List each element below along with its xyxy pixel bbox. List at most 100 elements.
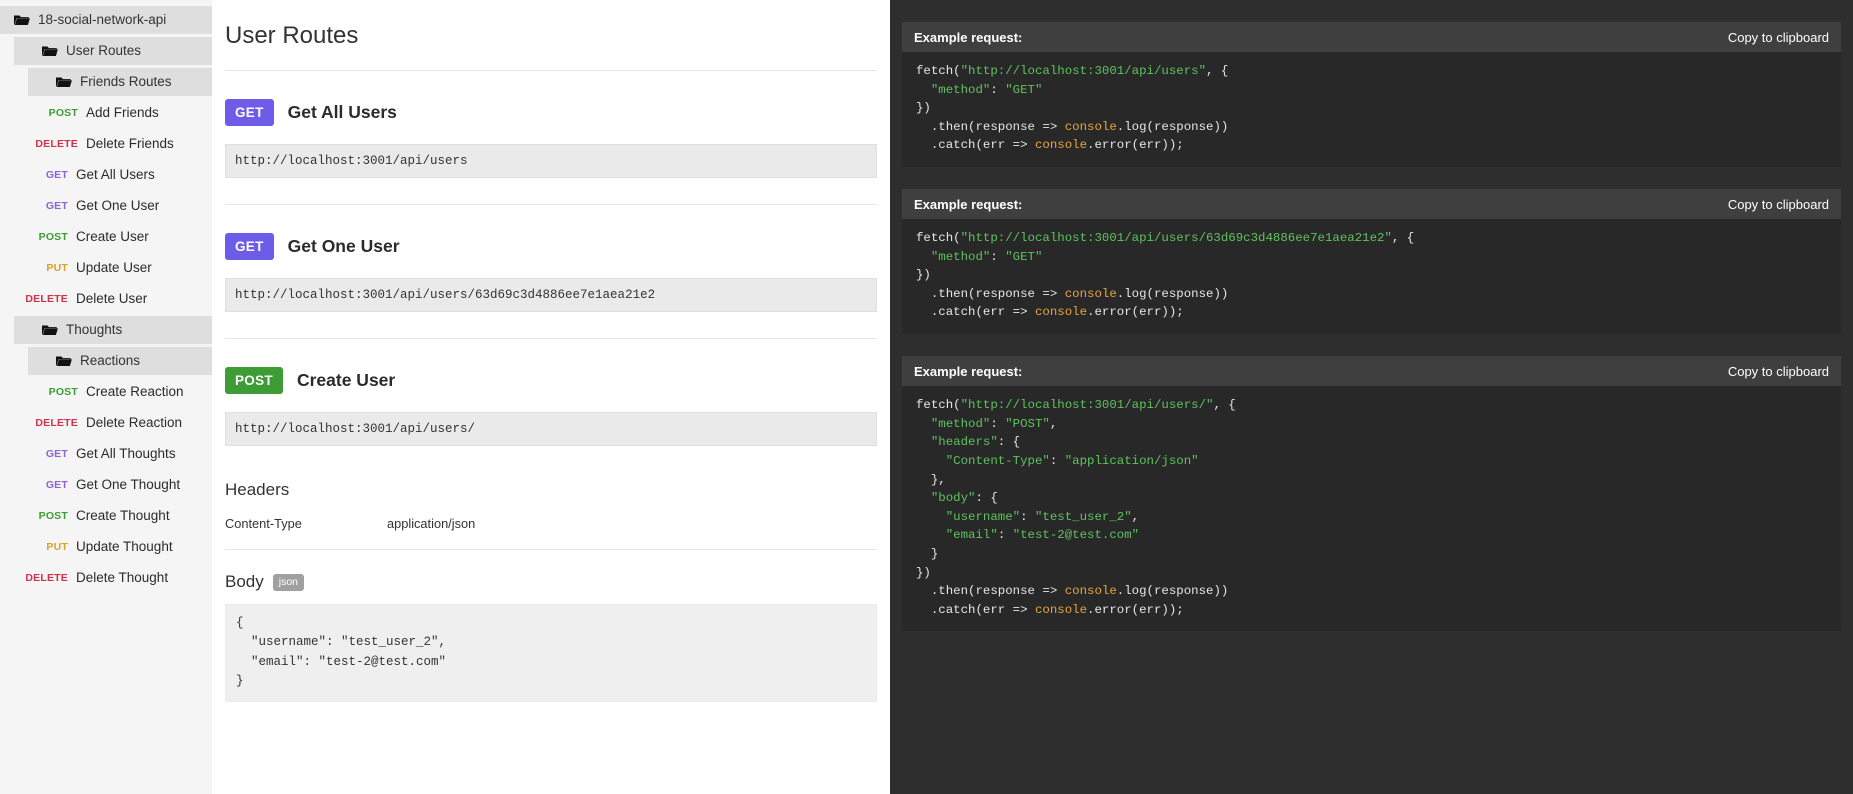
example-header: Example request: Copy to clipboard bbox=[902, 22, 1841, 52]
code-token: console bbox=[1034, 138, 1088, 153]
sidebar-item-get-all-users[interactable]: GET Get All Users bbox=[0, 161, 212, 189]
copy-to-clipboard-button[interactable]: Copy to clipboard bbox=[1728, 197, 1829, 212]
sidebar-item-label: Get All Users bbox=[76, 167, 155, 182]
code-token: "email" bbox=[945, 528, 998, 543]
code-token: .then(response => bbox=[916, 119, 1065, 134]
route-url[interactable]: http://localhost:3001/api/users/63d69c3d… bbox=[225, 278, 877, 312]
code-token: , { bbox=[1213, 398, 1236, 413]
code-token: , { bbox=[1391, 231, 1415, 246]
code-token: console bbox=[1034, 602, 1088, 617]
code-token: .catch(err => bbox=[916, 138, 1035, 153]
code-token: : bbox=[997, 528, 1013, 543]
route-title: Create User bbox=[296, 370, 396, 390]
examples-list: Example request: Copy to clipboard fetch("… bbox=[890, 22, 1853, 632]
code-token: .catch(err => bbox=[916, 305, 1035, 320]
code-token: "http://localhost:3001/api/users/" bbox=[960, 398, 1214, 413]
sidebar-item-create-user[interactable]: POST Create User bbox=[0, 223, 212, 251]
sidebar-item-create-thought[interactable]: POST Create Thought bbox=[0, 502, 212, 530]
example-request-block: Example request: Copy to clipboard fetch("… bbox=[902, 22, 1841, 168]
header-row: Content-Type application/json bbox=[225, 516, 865, 549]
code-token: .log(response)) bbox=[1116, 286, 1229, 301]
route-header: GET Get One User bbox=[225, 233, 865, 278]
sidebar-folder-18-social-network-api[interactable]: 18-social-network-api bbox=[0, 6, 212, 34]
sidebar-item-delete-reaction[interactable]: DELETE Delete Reaction bbox=[0, 409, 212, 437]
sidebar-folder-friends-routes[interactable]: Friends Routes bbox=[28, 68, 212, 96]
example-request-label: Example request: bbox=[914, 196, 1023, 212]
route-section: POST Create User http://localhost:3001/api… bbox=[225, 339, 877, 702]
sidebar-folder-label: 18-social-network-api bbox=[38, 12, 167, 27]
code-token: .error(err)); bbox=[1087, 138, 1184, 153]
code-token: "body" bbox=[930, 491, 976, 506]
copy-to-clipboard-button[interactable]: Copy to clipboard bbox=[1728, 30, 1829, 45]
code-token: fetch( bbox=[916, 64, 961, 78]
body-title-row: Body json bbox=[225, 550, 865, 604]
code-token: .log(response)) bbox=[1116, 584, 1229, 599]
main-content: User Routes GET Get All Users http://local… bbox=[212, 0, 890, 794]
sidebar-method-badge: DELETE bbox=[35, 138, 78, 150]
sidebar-item-label: Get All Thoughts bbox=[76, 446, 176, 461]
sidebar-item-label: Add Friends bbox=[86, 105, 159, 120]
sidebar-item-update-thought[interactable]: PUT Update Thought bbox=[0, 533, 212, 561]
code-token: "application/json" bbox=[1064, 453, 1199, 468]
route-url[interactable]: http://localhost:3001/api/users bbox=[225, 144, 877, 178]
sidebar-item-get-all-thoughts[interactable]: GET Get All Thoughts bbox=[0, 440, 212, 468]
example-header: Example request: Copy to clipboard bbox=[902, 356, 1841, 387]
sidebar-folder-label: Reactions bbox=[80, 353, 141, 368]
code-token: : { bbox=[997, 435, 1021, 450]
copy-to-clipboard-button[interactable]: Copy to clipboard bbox=[1728, 364, 1829, 379]
sidebar-item-label: Update User bbox=[76, 260, 152, 275]
sidebar-folder-thoughts[interactable]: Thoughts bbox=[14, 316, 212, 344]
code-token: "GET" bbox=[1005, 249, 1043, 264]
code-token: .error(err)); bbox=[1087, 305, 1184, 320]
code-token: "username" bbox=[945, 509, 1021, 524]
code-token: : bbox=[990, 416, 1006, 431]
sidebar-item-get-one-user[interactable]: GET Get One User bbox=[0, 192, 212, 220]
route-url[interactable]: http://localhost:3001/api/users/ bbox=[225, 412, 877, 446]
headers-title: Headers bbox=[225, 480, 290, 499]
sidebar-item-get-one-thought[interactable]: GET Get One Thought bbox=[0, 471, 212, 499]
code-token: "POST" bbox=[1005, 416, 1050, 431]
code-token: "method" bbox=[930, 416, 991, 431]
example-code: fetch("http://localhost:3001/api/users/"… bbox=[902, 386, 1841, 632]
sidebar-navigation[interactable]: 18-social-network-api User Routes Friends … bbox=[0, 0, 212, 794]
code-token: .error(err)); bbox=[1087, 602, 1184, 617]
code-token: , bbox=[1131, 509, 1140, 524]
body-title: Body bbox=[225, 572, 264, 591]
example-request-block: Example request: Copy to clipboard fetch("… bbox=[902, 189, 1841, 335]
sidebar-item-label: Create User bbox=[76, 229, 149, 244]
folder-icon bbox=[14, 14, 30, 26]
sidebar-item-add-friends[interactable]: POST Add Friends bbox=[0, 99, 212, 127]
page-title: User Routes bbox=[225, 22, 359, 49]
sidebar-item-delete-thought[interactable]: DELETE Delete Thought bbox=[0, 564, 212, 592]
sidebar-folder-label: User Routes bbox=[66, 43, 142, 58]
body-code-block: { "username": "test_user_2", "email": "t… bbox=[225, 604, 877, 702]
sidebar-item-label: Delete Thought bbox=[76, 570, 169, 585]
code-token: console bbox=[1064, 286, 1117, 301]
sidebar-item-label: Delete Friends bbox=[86, 136, 174, 151]
sidebar-method-badge: POST bbox=[48, 107, 78, 119]
code-token: "headers" bbox=[930, 435, 998, 450]
header-key: Content-Type bbox=[225, 516, 302, 531]
method-badge: POST bbox=[225, 367, 283, 394]
sidebar-item-update-user[interactable]: PUT Update User bbox=[0, 254, 212, 282]
code-token: }) bbox=[916, 268, 931, 283]
sidebar-method-badge: DELETE bbox=[25, 572, 68, 584]
code-token: "test_user_2" bbox=[1034, 509, 1132, 524]
sidebar-item-label: Get One Thought bbox=[76, 477, 181, 492]
sidebar-folder-label: Thoughts bbox=[66, 322, 123, 337]
sidebar-item-create-reaction[interactable]: POST Create Reaction bbox=[0, 378, 212, 406]
sidebar-folder-user-routes[interactable]: User Routes bbox=[14, 37, 212, 65]
route-header: POST Create User bbox=[225, 367, 865, 412]
sidebar-item-delete-friends[interactable]: DELETE Delete Friends bbox=[0, 130, 212, 158]
sidebar-item-delete-user[interactable]: DELETE Delete User bbox=[0, 285, 212, 313]
code-token: .catch(err => bbox=[916, 602, 1035, 617]
example-code: fetch("http://localhost:3001/api/users",… bbox=[902, 52, 1841, 168]
code-token: console bbox=[1064, 584, 1117, 599]
sidebar-folder-reactions[interactable]: Reactions bbox=[28, 347, 212, 375]
